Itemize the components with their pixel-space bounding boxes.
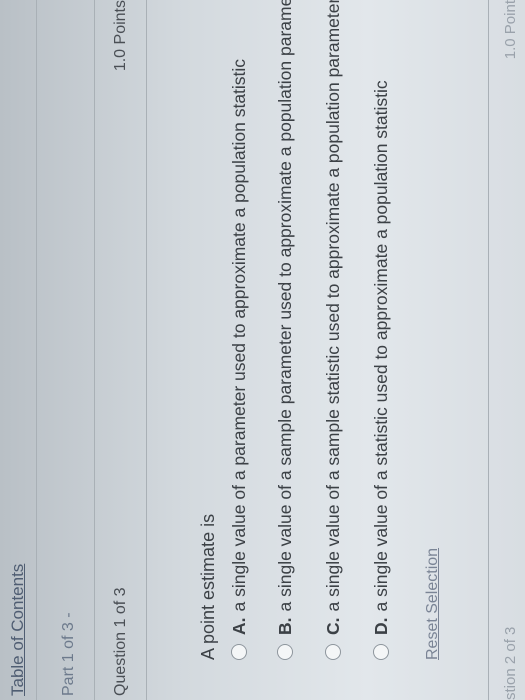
next-points-label: 1.0 Point	[502, 0, 519, 60]
next-question-number: stion 2 of 3	[502, 626, 519, 700]
points-label: 1.0 Points	[112, 0, 129, 72]
divider	[36, 0, 37, 700]
option-letter: C.	[322, 617, 343, 636]
divider	[488, 0, 489, 700]
part-label: Part 1 of 3 -	[60, 612, 77, 696]
option-letter: A.	[228, 617, 249, 636]
question-number: Question 1 of 3	[112, 587, 129, 696]
option-letter: D.	[370, 617, 391, 636]
radio-button-b[interactable]	[277, 644, 293, 660]
option-text: a single value of a statistic used to ap…	[370, 80, 391, 612]
answer-option-b[interactable]: B. a single value of a sample parameter …	[270, 0, 300, 660]
radio-button-d[interactable]	[373, 644, 389, 660]
option-text: a single value of a parameter used to ap…	[228, 58, 249, 612]
table-of-contents-link[interactable]: Table of Contents	[8, 564, 28, 696]
radio-button-c[interactable]	[325, 644, 341, 660]
option-letter: B.	[274, 617, 295, 636]
quiz-screen: Table of Contents Part 1 of 3 - Question…	[0, 0, 525, 700]
answer-option-a[interactable]: A. a single value of a parameter used to…	[224, 59, 254, 660]
divider	[94, 0, 95, 700]
radio-button-a[interactable]	[231, 644, 247, 660]
answer-option-c[interactable]: C. a single value of a sample statistic …	[318, 0, 348, 660]
answer-option-d[interactable]: D. a single value of a statistic used to…	[366, 80, 396, 660]
question-prompt: A point estimate is	[198, 513, 218, 660]
divider	[146, 0, 147, 700]
option-text: a single value of a sample statistic use…	[322, 0, 343, 612]
reset-selection-link[interactable]: Reset Selection	[424, 548, 442, 660]
option-text: a single value of a sample parameter use…	[274, 0, 295, 612]
